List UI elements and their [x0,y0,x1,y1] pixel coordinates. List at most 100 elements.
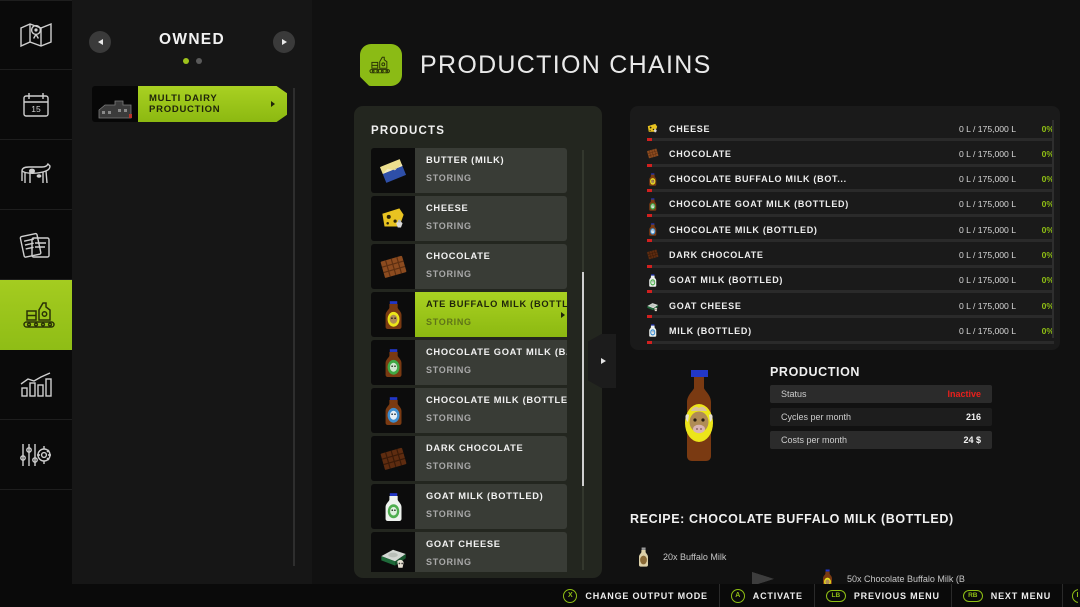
stat-value: Inactive [947,389,981,399]
bottom-hint[interactable]: A ACTIVATE [719,584,814,607]
fill-level-amount: 0 L / 175,000 L [959,326,1016,336]
fill-level-row[interactable]: DARK CHOCOLATE0 L / 175,000 L 0% [644,245,1054,270]
bottom-hint-label: ACTIVATE [753,591,803,601]
fill-level-name: CHOCOLATE MILK (BOTTLED) [669,225,959,235]
stat-value: 24 $ [963,435,981,445]
cheese-icon [371,196,415,241]
gamepad-button-glyph: B [1072,589,1078,603]
owned-item-label-wrap[interactable]: MULTI DAIRY PRODUCTION [138,86,287,122]
fill-level-row[interactable]: CHOCOLATE MILK (BOTTLED)0 L / 175,000 L0… [644,220,1054,245]
product-list-item[interactable]: BUTTER (MILK)STORING [371,148,567,193]
fill-level-bar [647,214,1054,217]
fill-level-percent: 0% [1030,225,1054,235]
fill-level-row[interactable]: CHOCOLATE0 L / 175,000 L0% [644,144,1054,169]
fill-level-row[interactable]: MILK (BOTTLED)0 L / 175,000 L0% [644,321,1054,346]
products-panel-title: PRODUCTS [371,125,445,137]
fill-level-name: DARK CHOCOLATE [669,250,959,260]
chevron-right-icon [601,358,606,364]
fill-level-percent: 0% [1030,149,1054,159]
svg-text:15: 15 [31,104,41,114]
cow-icon [18,162,54,188]
fill-level-percent: 0% [1030,301,1054,311]
product-name: GOAT CHEESE [426,539,567,549]
owned-next-button[interactable] [273,31,295,53]
fill-level-row[interactable]: CHEESE0 L / 175,000 L0% [644,119,1054,144]
buffalo-bottle-icon [371,292,415,337]
product-list-item[interactable]: DARK CHOCOLATESTORING [371,436,567,481]
fill-level-name: CHOCOLATE BUFFALO MILK (BOT... [669,174,959,184]
bottom-hint[interactable]: RBNEXT MENU [951,584,1062,607]
recipe-input-text: 20x Buffalo Milk [663,552,726,562]
product-name: CHOCOLATE MILK (BOTTLED) [426,395,567,405]
product-info: GOAT MILK (BOTTLED)STORING [415,484,567,529]
sidebar-item-settings[interactable] [0,420,72,490]
sidebar-item-map[interactable] [0,0,72,70]
product-info: ATE BUFFALO MILK (BOTTLED)STORING [415,292,567,337]
goat-milk-bottle-icon [371,484,415,529]
main-content: PRODUCTION CHAINS PRODUCTS BUTTER (MILK)… [312,0,1080,584]
sidebar-item-animals[interactable] [0,140,72,210]
stat-row-cycles: Cycles per month 216 [770,408,992,426]
product-info: BUTTER (MILK)STORING [415,148,567,193]
fill-level-name: CHOCOLATE [669,149,959,159]
fill-level-amount: 0 L / 175,000 L [959,124,1016,134]
sidebar-item-contracts[interactable] [0,210,72,280]
gamepad-button-glyph: X [563,589,577,603]
bottom-hint-label: NEXT MENU [991,591,1051,601]
stat-value: 216 [966,412,981,422]
fill-level-row[interactable]: GOAT MILK (BOTTLED)0 L / 175,000 L0% [644,271,1054,296]
buffalo-milk-icon [636,546,651,568]
product-name: BUTTER (MILK) [426,155,567,165]
product-list-item[interactable]: GOAT CHEESE STORING [371,532,567,572]
product-list-item[interactable]: CHOCOLATESTORING [371,244,567,289]
product-list-item[interactable]: CHEESESTORING [371,196,567,241]
bottom-hint-label: PREVIOUS MENU [854,591,940,601]
chevron-right-icon [561,312,565,318]
map-icon [19,22,53,48]
sidebar-item-calendar[interactable]: 15 [0,70,72,140]
page-dot[interactable] [196,58,202,64]
fill-level-percent: 0% [1030,250,1054,260]
recipe-input: 20x Buffalo Milk [636,546,726,568]
fill-level-row[interactable]: CHOCOLATE GOAT MILK (BOTTLED)0 L / 175,0… [644,195,1054,220]
fill-level-row[interactable]: GOAT CHEESE0 L / 175,000 L0% [644,296,1054,321]
bar-chart-icon [18,371,54,399]
page-dot[interactable] [183,58,189,64]
fill-levels-panel: CHEESE0 L / 175,000 L0%CHOCOLATE0 L / 17… [630,106,1060,350]
fill-level-percent: 0% [1030,174,1054,184]
owned-list-item[interactable]: MULTI DAIRY PRODUCTION [92,86,287,122]
owned-scrollbar[interactable] [293,88,295,566]
choc-milk-bottle-icon [371,388,415,433]
product-state: STORING [426,557,567,567]
product-info: CHOCOLATESTORING [415,244,567,289]
fill-levels-scrollbar[interactable] [1052,120,1054,338]
products-next-button[interactable] [588,334,616,388]
product-info: DARK CHOCOLATESTORING [415,436,567,481]
sidebar-item-production-chains[interactable] [0,280,82,350]
stat-key: Costs per month [781,435,847,445]
product-list-item[interactable]: CHOCOLATE MILK (BOTTLED)STORING [371,388,567,433]
buffalo-bottle-icon [670,368,728,466]
product-state: STORING [426,365,567,375]
sidebar-item-statistics[interactable] [0,350,72,420]
fill-level-amount: 0 L / 175,000 L [959,250,1016,260]
page-header: PRODUCTION CHAINS [360,44,712,86]
bottom-hint[interactable]: B [1062,584,1078,607]
products-scrollbar-thumb[interactable] [582,272,584,486]
factory-building-icon [92,86,138,122]
product-info: CHOCOLATE GOAT MILK (B...STORING [415,340,567,385]
gamepad-button-glyph: A [731,589,745,603]
fill-level-bar [647,138,1054,141]
product-list-item[interactable]: ATE BUFFALO MILK (BOTTLED)STORING [371,292,567,337]
product-name: ATE BUFFALO MILK (BOTTLED) [426,299,567,309]
product-list-item[interactable]: GOAT MILK (BOTTLED)STORING [371,484,567,529]
butter-icon [371,148,415,193]
product-list-item[interactable]: CHOCOLATE GOAT MILK (B...STORING [371,340,567,385]
bottom-hint[interactable]: LBPREVIOUS MENU [814,584,951,607]
fill-level-amount: 0 L / 175,000 L [959,174,1016,184]
fill-level-row[interactable]: CHOCOLATE BUFFALO MILK (BOT...0 L / 175,… [644,170,1054,195]
goat-milk-bottle-icon [644,272,660,288]
owned-header: OWNED [72,0,312,70]
bottom-hint[interactable]: XCHANGE OUTPUT MODE [552,584,718,607]
owned-item-label: MULTI DAIRY PRODUCTION [149,93,287,115]
